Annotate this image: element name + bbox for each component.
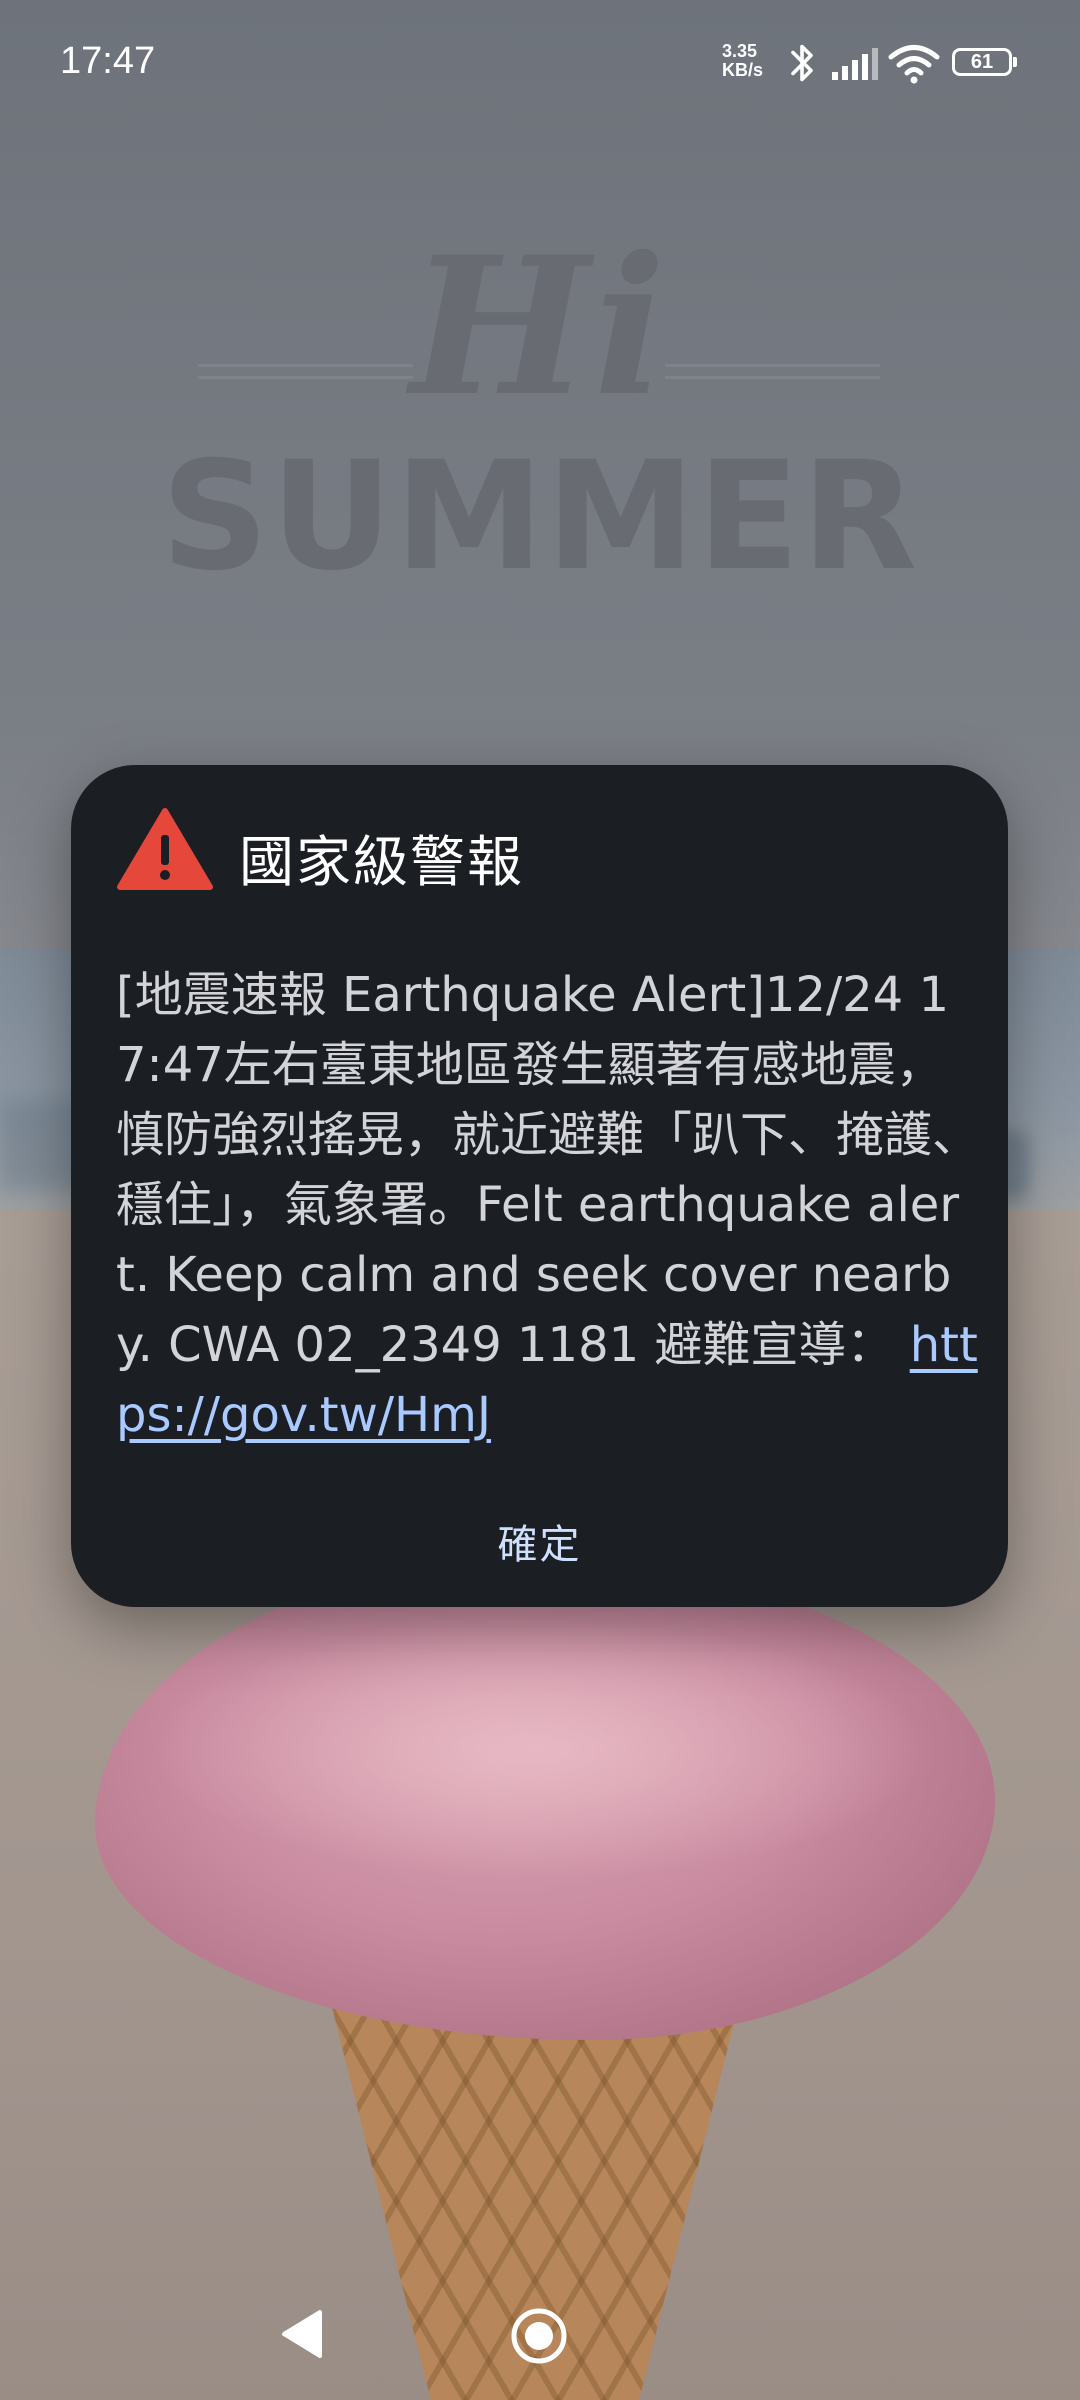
back-triangle-icon[interactable]	[280, 2308, 326, 2360]
bluetooth-icon	[791, 44, 813, 82]
warning-triangle-icon	[117, 808, 213, 890]
home-screen: Hi SUMMER 17:47 3.35 KB/s 61 國家級警報 [地震速報…	[0, 0, 1080, 2400]
wallpaper-text-hi: Hi	[410, 215, 670, 438]
confirm-button[interactable]: 確定	[71, 1505, 1008, 1585]
wifi-icon	[888, 45, 940, 84]
wallpaper-ice-cream-highlight	[150, 1620, 930, 1880]
alert-message-text: [地震速報 Earthquake Alert]12/24 17:47左右臺東地區…	[116, 967, 981, 1373]
network-speed-unit: KB/s	[722, 60, 764, 80]
alert-title: 國家級警報	[239, 830, 525, 894]
alert-message: [地震速報 Earthquake Alert]12/24 17:47左右臺東地區…	[116, 960, 986, 1450]
network-speed: 3.35 KB/s	[722, 42, 782, 80]
status-time: 17:47	[60, 40, 156, 82]
status-bar: 17:47 3.35 KB/s 61	[0, 0, 1080, 130]
wallpaper-text-summer: SUMMER	[160, 430, 920, 604]
battery-indicator: 61	[952, 48, 1017, 76]
network-speed-value: 3.35	[722, 41, 758, 61]
home-circle-icon[interactable]	[510, 2307, 568, 2365]
signal-strength-icon	[832, 48, 878, 80]
emergency-alert-dialog: 國家級警報 [地震速報 Earthquake Alert]12/24 17:47…	[71, 765, 1008, 1607]
